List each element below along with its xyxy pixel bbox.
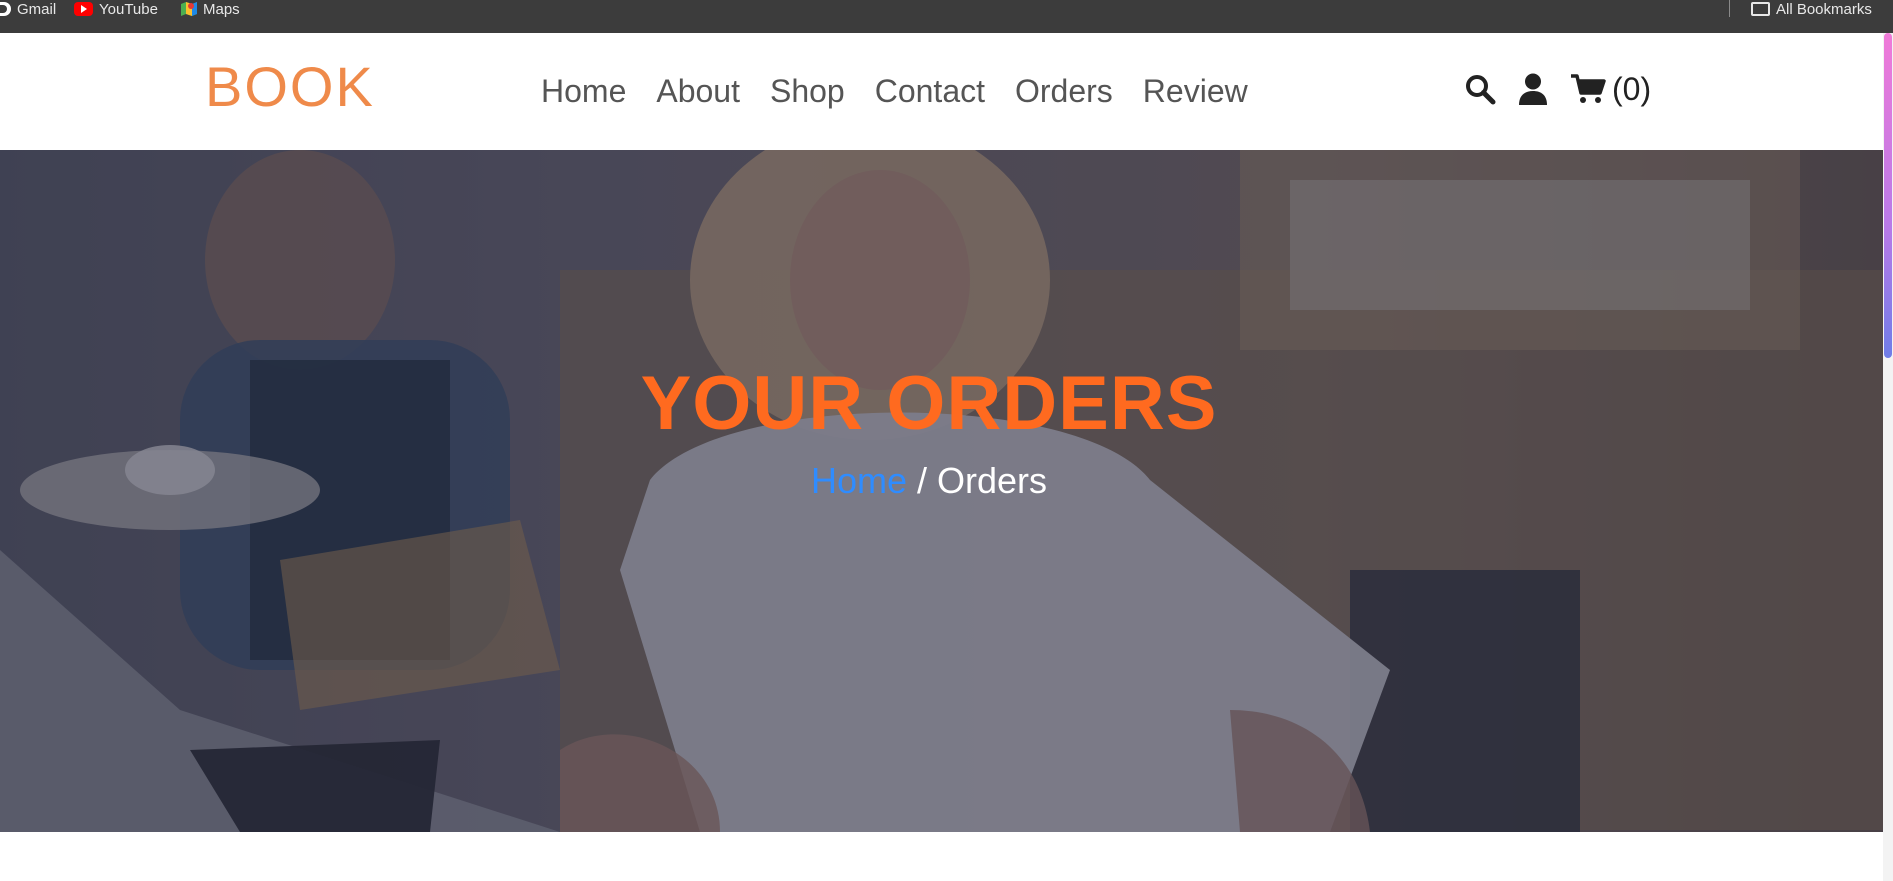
bookmark-youtube[interactable]: YouTube (74, 0, 158, 18)
page-scrollbar[interactable] (1883, 33, 1893, 881)
nav-review[interactable]: Review (1143, 75, 1248, 107)
bookmark-label: Maps (203, 0, 240, 18)
breadcrumb: Home / Orders (0, 463, 1858, 499)
folder-icon (1751, 2, 1770, 16)
nav-orders[interactable]: Orders (1015, 75, 1113, 107)
breadcrumb-current: Orders (937, 460, 1048, 501)
cart-count[interactable]: (0) (1612, 73, 1651, 105)
page-title: YOUR ORDERS (640, 361, 1218, 446)
scrollbar-thumb[interactable] (1884, 33, 1892, 358)
bookmarks-bar: Gmail YouTube Maps All Bookmarks (0, 0, 1893, 33)
nav-contact[interactable]: Contact (875, 75, 985, 107)
bookmark-maps[interactable]: Maps (181, 0, 240, 18)
site-logo[interactable]: BOOK (205, 59, 375, 115)
maps-icon (181, 1, 197, 17)
nav-home[interactable]: Home (541, 75, 626, 107)
bookmark-gmail[interactable]: Gmail (0, 0, 56, 18)
search-icon[interactable] (1464, 73, 1496, 105)
bookmarks-divider (1729, 0, 1730, 17)
youtube-icon (74, 2, 93, 16)
all-bookmarks-button[interactable]: All Bookmarks (1751, 0, 1872, 18)
cart-icon[interactable] (1570, 73, 1606, 105)
bookmark-label: Gmail (17, 0, 57, 18)
site-header: BOOK Home About Shop Contact Orders Revi… (0, 33, 1883, 150)
hero-banner: YOUR ORDERS Home / Orders (0, 150, 1883, 832)
main-nav: Home About Shop Contact Orders Review (541, 75, 1278, 107)
breadcrumb-home-link[interactable]: Home (811, 460, 907, 501)
breadcrumb-separator: / (906, 460, 937, 501)
user-icon[interactable] (1518, 73, 1548, 105)
google-icon (0, 2, 11, 16)
nav-shop[interactable]: Shop (770, 75, 845, 107)
nav-about[interactable]: About (656, 75, 740, 107)
all-bookmarks-label: All Bookmarks (1776, 0, 1872, 18)
bookmark-label: YouTube (99, 0, 158, 18)
header-icons: (0) (1464, 73, 1651, 105)
